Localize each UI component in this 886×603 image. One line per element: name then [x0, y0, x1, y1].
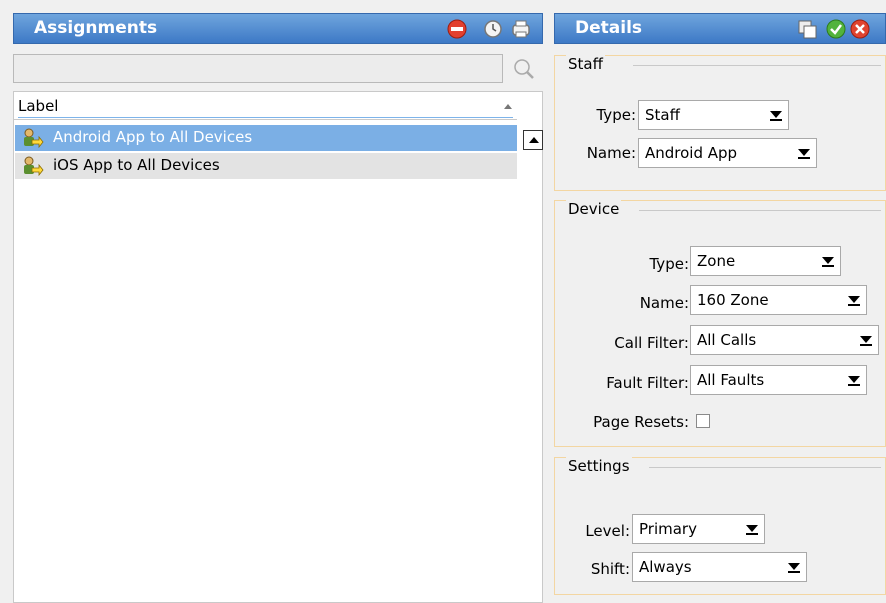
chevron-down-icon: [822, 257, 834, 267]
group-divider: [649, 467, 881, 468]
device-type-label: Type:: [649, 255, 689, 273]
list-item-label: iOS App to All Devices: [53, 156, 220, 174]
device-type-value: Zone: [697, 252, 736, 270]
assignment-list: Label Android App to All Devices iOS App…: [13, 91, 543, 603]
call-filter-value: All Calls: [697, 331, 757, 349]
level-label: Level:: [585, 522, 630, 540]
staff-device-icon: [24, 128, 44, 148]
staff-heading: Staff: [566, 55, 605, 73]
remove-assignment-icon[interactable]: [446, 18, 468, 40]
print-icon[interactable]: [510, 18, 532, 40]
shift-value: Always: [639, 558, 692, 576]
settings-heading: Settings: [566, 457, 632, 475]
column-header-text: Label: [18, 97, 59, 115]
staff-type-select[interactable]: Staff: [638, 100, 789, 130]
chevron-down-icon: [788, 563, 800, 573]
page-resets-label: Page Resets:: [593, 413, 689, 431]
scroll-up-button[interactable]: [523, 130, 543, 150]
page-resets-checkbox[interactable]: [696, 414, 710, 428]
list-item-label: Android App to All Devices: [53, 128, 253, 146]
device-name-label: Name:: [639, 294, 689, 312]
accept-icon[interactable]: [825, 18, 847, 40]
list-item[interactable]: Android App to All Devices: [15, 125, 517, 151]
fault-filter-value: All Faults: [697, 371, 765, 389]
device-heading: Device: [566, 200, 622, 218]
device-name-select[interactable]: 160 Zone: [690, 285, 867, 315]
search-icon[interactable]: [510, 56, 538, 82]
chevron-down-icon: [798, 149, 810, 159]
shift-label: Shift:: [590, 560, 630, 578]
chevron-down-icon: [860, 336, 872, 346]
sort-indicator-icon: [504, 104, 512, 109]
chevron-down-icon: [848, 296, 860, 306]
group-divider: [633, 65, 881, 66]
fault-filter-select[interactable]: All Faults: [690, 365, 867, 395]
level-value: Primary: [639, 520, 697, 538]
details-panel: Details Staff Type: Staff Name: Android …: [545, 0, 886, 603]
level-select[interactable]: Primary: [632, 514, 765, 544]
history-icon[interactable]: [482, 18, 504, 40]
copy-icon[interactable]: [796, 18, 818, 40]
staff-type-value: Staff: [645, 106, 680, 124]
list-item[interactable]: iOS App to All Devices: [15, 153, 517, 179]
fault-filter-label: Fault Filter:: [606, 374, 689, 392]
staff-group: Staff Type: Staff Name: Android App: [554, 55, 886, 191]
column-header-label[interactable]: Label: [14, 92, 517, 120]
assignments-titlebar: Assignments: [13, 13, 543, 44]
settings-group: Settings Level: Primary Shift: Always: [554, 457, 886, 595]
details-titlebar: Details: [554, 13, 886, 44]
assignments-panel: Assignments Label Android App to All Dev…: [0, 0, 545, 603]
device-group: Device Type: Zone Name: 160 Zone Call Fi…: [554, 200, 886, 447]
call-filter-select[interactable]: All Calls: [690, 325, 879, 355]
cancel-icon[interactable]: [849, 18, 871, 40]
shift-select[interactable]: Always: [632, 552, 807, 582]
group-divider: [639, 210, 881, 211]
call-filter-label: Call Filter:: [614, 334, 689, 352]
staff-name-label: Name:: [586, 144, 636, 162]
device-name-value: 160 Zone: [697, 291, 769, 309]
chevron-down-icon: [746, 525, 758, 535]
assignments-title: Assignments: [34, 18, 158, 38]
staff-name-value: Android App: [645, 144, 738, 162]
search-row: [13, 54, 543, 84]
device-type-select[interactable]: Zone: [690, 246, 841, 276]
chevron-down-icon: [848, 376, 860, 386]
details-title: Details: [575, 18, 643, 38]
chevron-down-icon: [770, 111, 782, 121]
staff-name-select[interactable]: Android App: [638, 138, 817, 168]
staff-device-icon: [24, 156, 44, 176]
search-input[interactable]: [13, 54, 503, 83]
header-rule: [18, 117, 513, 118]
staff-type-label: Type:: [596, 106, 636, 124]
